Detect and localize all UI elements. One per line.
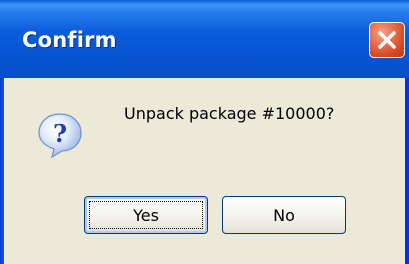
confirm-dialog: Confirm ? Unpack package #10000? Yes No — [0, 0, 409, 264]
window-frame-right — [405, 78, 409, 264]
no-button[interactable]: No — [222, 196, 346, 234]
dialog-message: Unpack package #10000? — [124, 104, 335, 123]
yes-button[interactable]: Yes — [84, 196, 208, 234]
close-icon — [378, 31, 396, 49]
svg-text:?: ? — [53, 119, 67, 148]
title-bar[interactable]: Confirm — [0, 0, 409, 78]
question-icon: ? — [38, 113, 82, 159]
close-button[interactable] — [369, 22, 405, 58]
dialog-title: Confirm — [22, 28, 117, 52]
yes-button-label: Yes — [133, 205, 159, 225]
no-button-label: No — [273, 205, 295, 225]
